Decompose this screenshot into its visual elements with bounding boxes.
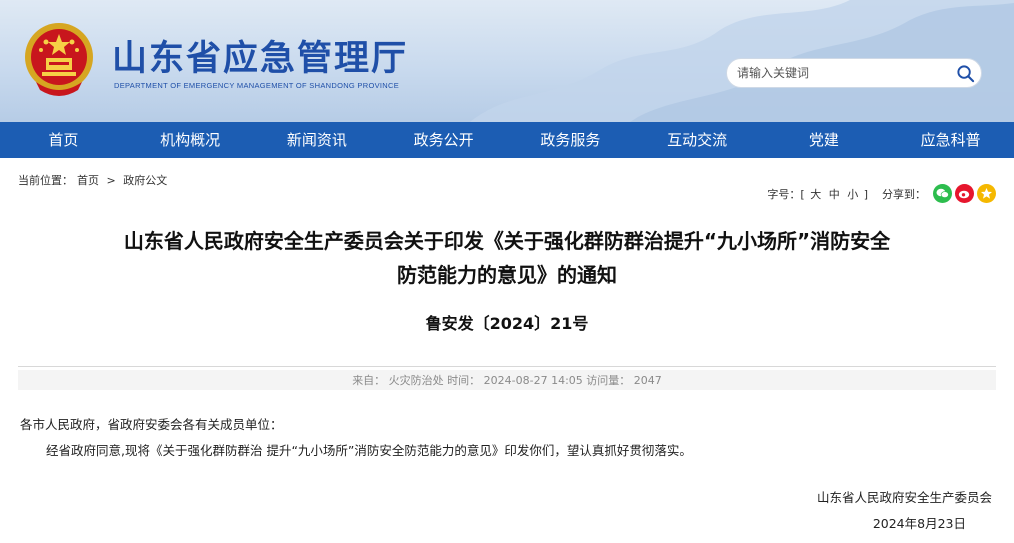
nav-item-party[interactable]: 党建: [761, 122, 888, 158]
font-size-large-button[interactable]: 大: [810, 188, 821, 201]
search-icon[interactable]: [956, 64, 975, 83]
breadcrumb-home[interactable]: 首页: [77, 174, 99, 187]
weibo-icon[interactable]: [955, 184, 974, 203]
main-nav: 首页 机构概况 新闻资讯 政务公开 政务服务 互动交流 党建 应急科普: [0, 122, 1014, 158]
font-size-medium-button[interactable]: 中: [829, 188, 840, 201]
nav-item-organization[interactable]: 机构概况: [127, 122, 254, 158]
article-title-line1: 山东省人民政府安全生产委员会关于印发《关于强化群防群治提升“九小场所”消防安全: [123, 229, 891, 253]
font-size-small-button[interactable]: 小: [847, 188, 858, 201]
breadcrumb-separator: >: [106, 174, 116, 187]
article-meta: 来自： 火灾防治处 时间： 2024-08-27 14:05 访问量： 2047: [352, 374, 662, 387]
nav-item-science[interactable]: 应急科普: [887, 122, 1014, 158]
font-size-control: 字号：[ 大 中 小 ]: [767, 186, 868, 202]
font-size-label: 字号：[: [767, 187, 805, 201]
article-tools: 字号：[ 大 中 小 ] 分享到：: [767, 184, 996, 203]
nav-item-news[interactable]: 新闻资讯: [254, 122, 381, 158]
search-input[interactable]: [737, 66, 947, 80]
breadcrumb-label: 当前位置：: [18, 174, 73, 187]
site-subtitle: DEPARTMENT OF EMERGENCY MANAGEMENT OF SH…: [114, 81, 400, 90]
font-size-bracket: ]: [863, 187, 868, 201]
article-title: 山东省人民政府安全生产委员会关于印发《关于强化群防群治提升“九小场所”消防安全 …: [20, 224, 994, 292]
article-salutation: 各市人民政府，省政府安委会各有关成员单位：: [20, 417, 283, 432]
national-emblem-icon: [22, 20, 96, 100]
article-signature: 山东省人民政府安全生产委员会: [816, 490, 992, 505]
breadcrumb: 当前位置： 首页 > 政府公文: [18, 172, 171, 188]
site-title[interactable]: 山东省应急管理厅: [112, 30, 408, 81]
article-date: 2024年8月23日: [872, 516, 966, 531]
nav-item-interaction[interactable]: 互动交流: [634, 122, 761, 158]
nav-item-home[interactable]: 首页: [0, 122, 127, 158]
nav-item-services[interactable]: 政务服务: [507, 122, 634, 158]
breadcrumb-current[interactable]: 政府公文: [123, 174, 167, 187]
article-title-line2: 防范能力的意见》的通知: [397, 263, 617, 287]
share-label: 分享到：: [882, 187, 926, 201]
article-body: 经省政府同意,现将《关于强化群防群治 提升“九小场所”消防安全防范能力的意见》印…: [46, 443, 692, 458]
document-number: 鲁安发〔2024〕21号: [425, 314, 589, 333]
divider: [18, 366, 996, 367]
site-header: 山东省应急管理厅 DEPARTMENT OF EMERGENCY MANAGEM…: [0, 0, 1014, 122]
search-bar: [726, 58, 982, 88]
qzone-icon[interactable]: [977, 184, 996, 203]
nav-item-government-affairs[interactable]: 政务公开: [380, 122, 507, 158]
wechat-icon[interactable]: [933, 184, 952, 203]
